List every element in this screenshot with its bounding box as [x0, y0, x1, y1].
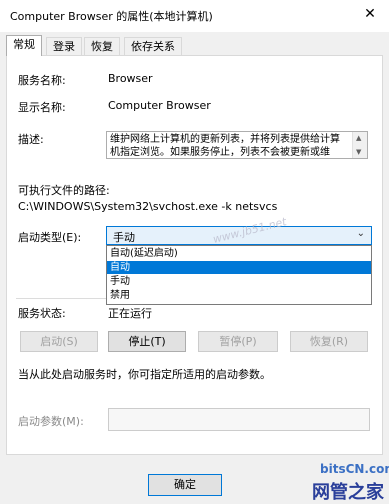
- exe-path-value: C:\WINDOWS\System32\svchost.exe -k netsv…: [18, 200, 278, 213]
- exe-path-label: 可执行文件的路径:: [18, 184, 110, 197]
- scroll-down-icon[interactable]: ▼: [356, 148, 361, 156]
- description-scrollbar[interactable]: ▲ ▼: [352, 132, 367, 158]
- pause-button[interactable]: 暂停(P): [198, 331, 278, 352]
- startup-type-value: 手动: [113, 231, 135, 244]
- ok-button[interactable]: 确定: [148, 474, 222, 496]
- tab-logon[interactable]: 登录: [46, 37, 82, 55]
- close-icon[interactable]: ✕: [360, 4, 380, 24]
- service-name-label: 服务名称:: [18, 74, 66, 87]
- tab-recovery[interactable]: 恢复: [84, 37, 120, 55]
- startup-type-dropdown: 自动(延迟启动) 自动 手动 禁用: [106, 245, 372, 305]
- description-label: 描述:: [18, 133, 44, 146]
- service-name-value: Browser: [108, 72, 153, 85]
- start-params-label: 启动参数(M):: [18, 415, 84, 428]
- service-status-value: 正在运行: [108, 307, 152, 320]
- description-text: 维护网络上计算机的更新列表，并将列表提供给计算机指定浏览。如果服务停止，列表不会…: [110, 134, 340, 158]
- tab-general[interactable]: 常规: [6, 35, 42, 56]
- start-params-hint: 当从此处启动服务时，你可指定所适用的启动参数。: [18, 368, 271, 381]
- startup-option-auto-delayed[interactable]: 自动(延迟启动): [107, 247, 371, 260]
- stop-button[interactable]: 停止(T): [108, 331, 186, 352]
- start-button[interactable]: 启动(S): [20, 331, 98, 352]
- startup-option-manual[interactable]: 手动: [107, 275, 371, 288]
- tab-dependencies[interactable]: 依存关系: [124, 37, 182, 55]
- watermark-brand-en: bitsCN.com: [320, 462, 389, 476]
- scroll-up-icon[interactable]: ▲: [356, 134, 361, 142]
- chevron-down-icon: ⌄: [356, 228, 365, 239]
- startup-type-label: 启动类型(E):: [18, 231, 82, 244]
- startup-option-disabled[interactable]: 禁用: [107, 289, 371, 302]
- display-name-label: 显示名称:: [18, 101, 66, 114]
- startup-option-auto[interactable]: 自动: [107, 261, 371, 274]
- window-title: Computer Browser 的属性(本地计算机): [10, 10, 213, 23]
- display-name-value: Computer Browser: [108, 99, 211, 112]
- start-params-input[interactable]: [108, 408, 370, 431]
- description-box[interactable]: 维护网络上计算机的更新列表，并将列表提供给计算机指定浏览。如果服务停止，列表不会…: [106, 131, 368, 159]
- service-status-label: 服务状态:: [18, 307, 66, 320]
- watermark-brand-cn: 网管之家: [312, 482, 384, 503]
- resume-button[interactable]: 恢复(R): [290, 331, 368, 352]
